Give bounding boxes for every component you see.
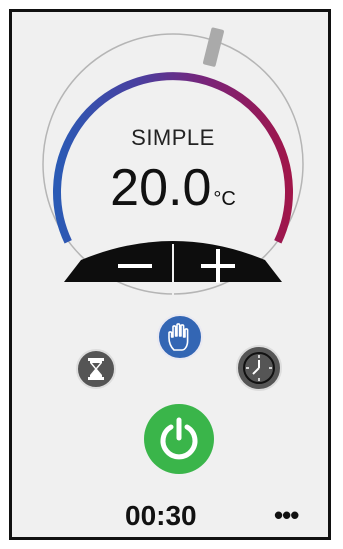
timer-mode-button[interactable] <box>76 349 116 389</box>
increase-button[interactable]: + <box>177 244 249 294</box>
schedule-mode-button[interactable] <box>236 345 282 391</box>
thermostat-panel: SIMPLE 20.0°C − + <box>9 9 331 540</box>
hourglass-icon <box>88 358 104 380</box>
power-icon <box>160 417 198 460</box>
manual-mode-button[interactable] <box>157 314 203 360</box>
temperature-readout: 20.0 °C <box>12 162 334 214</box>
temperature-value: 20.0 <box>110 159 212 217</box>
clock-icon <box>243 352 275 384</box>
setpoint-handle[interactable] <box>203 27 225 67</box>
timer-display: 00:30 <box>125 500 197 531</box>
hand-icon <box>168 323 189 351</box>
mode-label: SIMPLE <box>131 125 215 150</box>
power-button[interactable] <box>144 404 214 474</box>
more-options-button[interactable]: ••• <box>274 500 299 531</box>
temperature-unit: °C <box>213 188 236 210</box>
decrease-button[interactable]: − <box>100 244 172 294</box>
